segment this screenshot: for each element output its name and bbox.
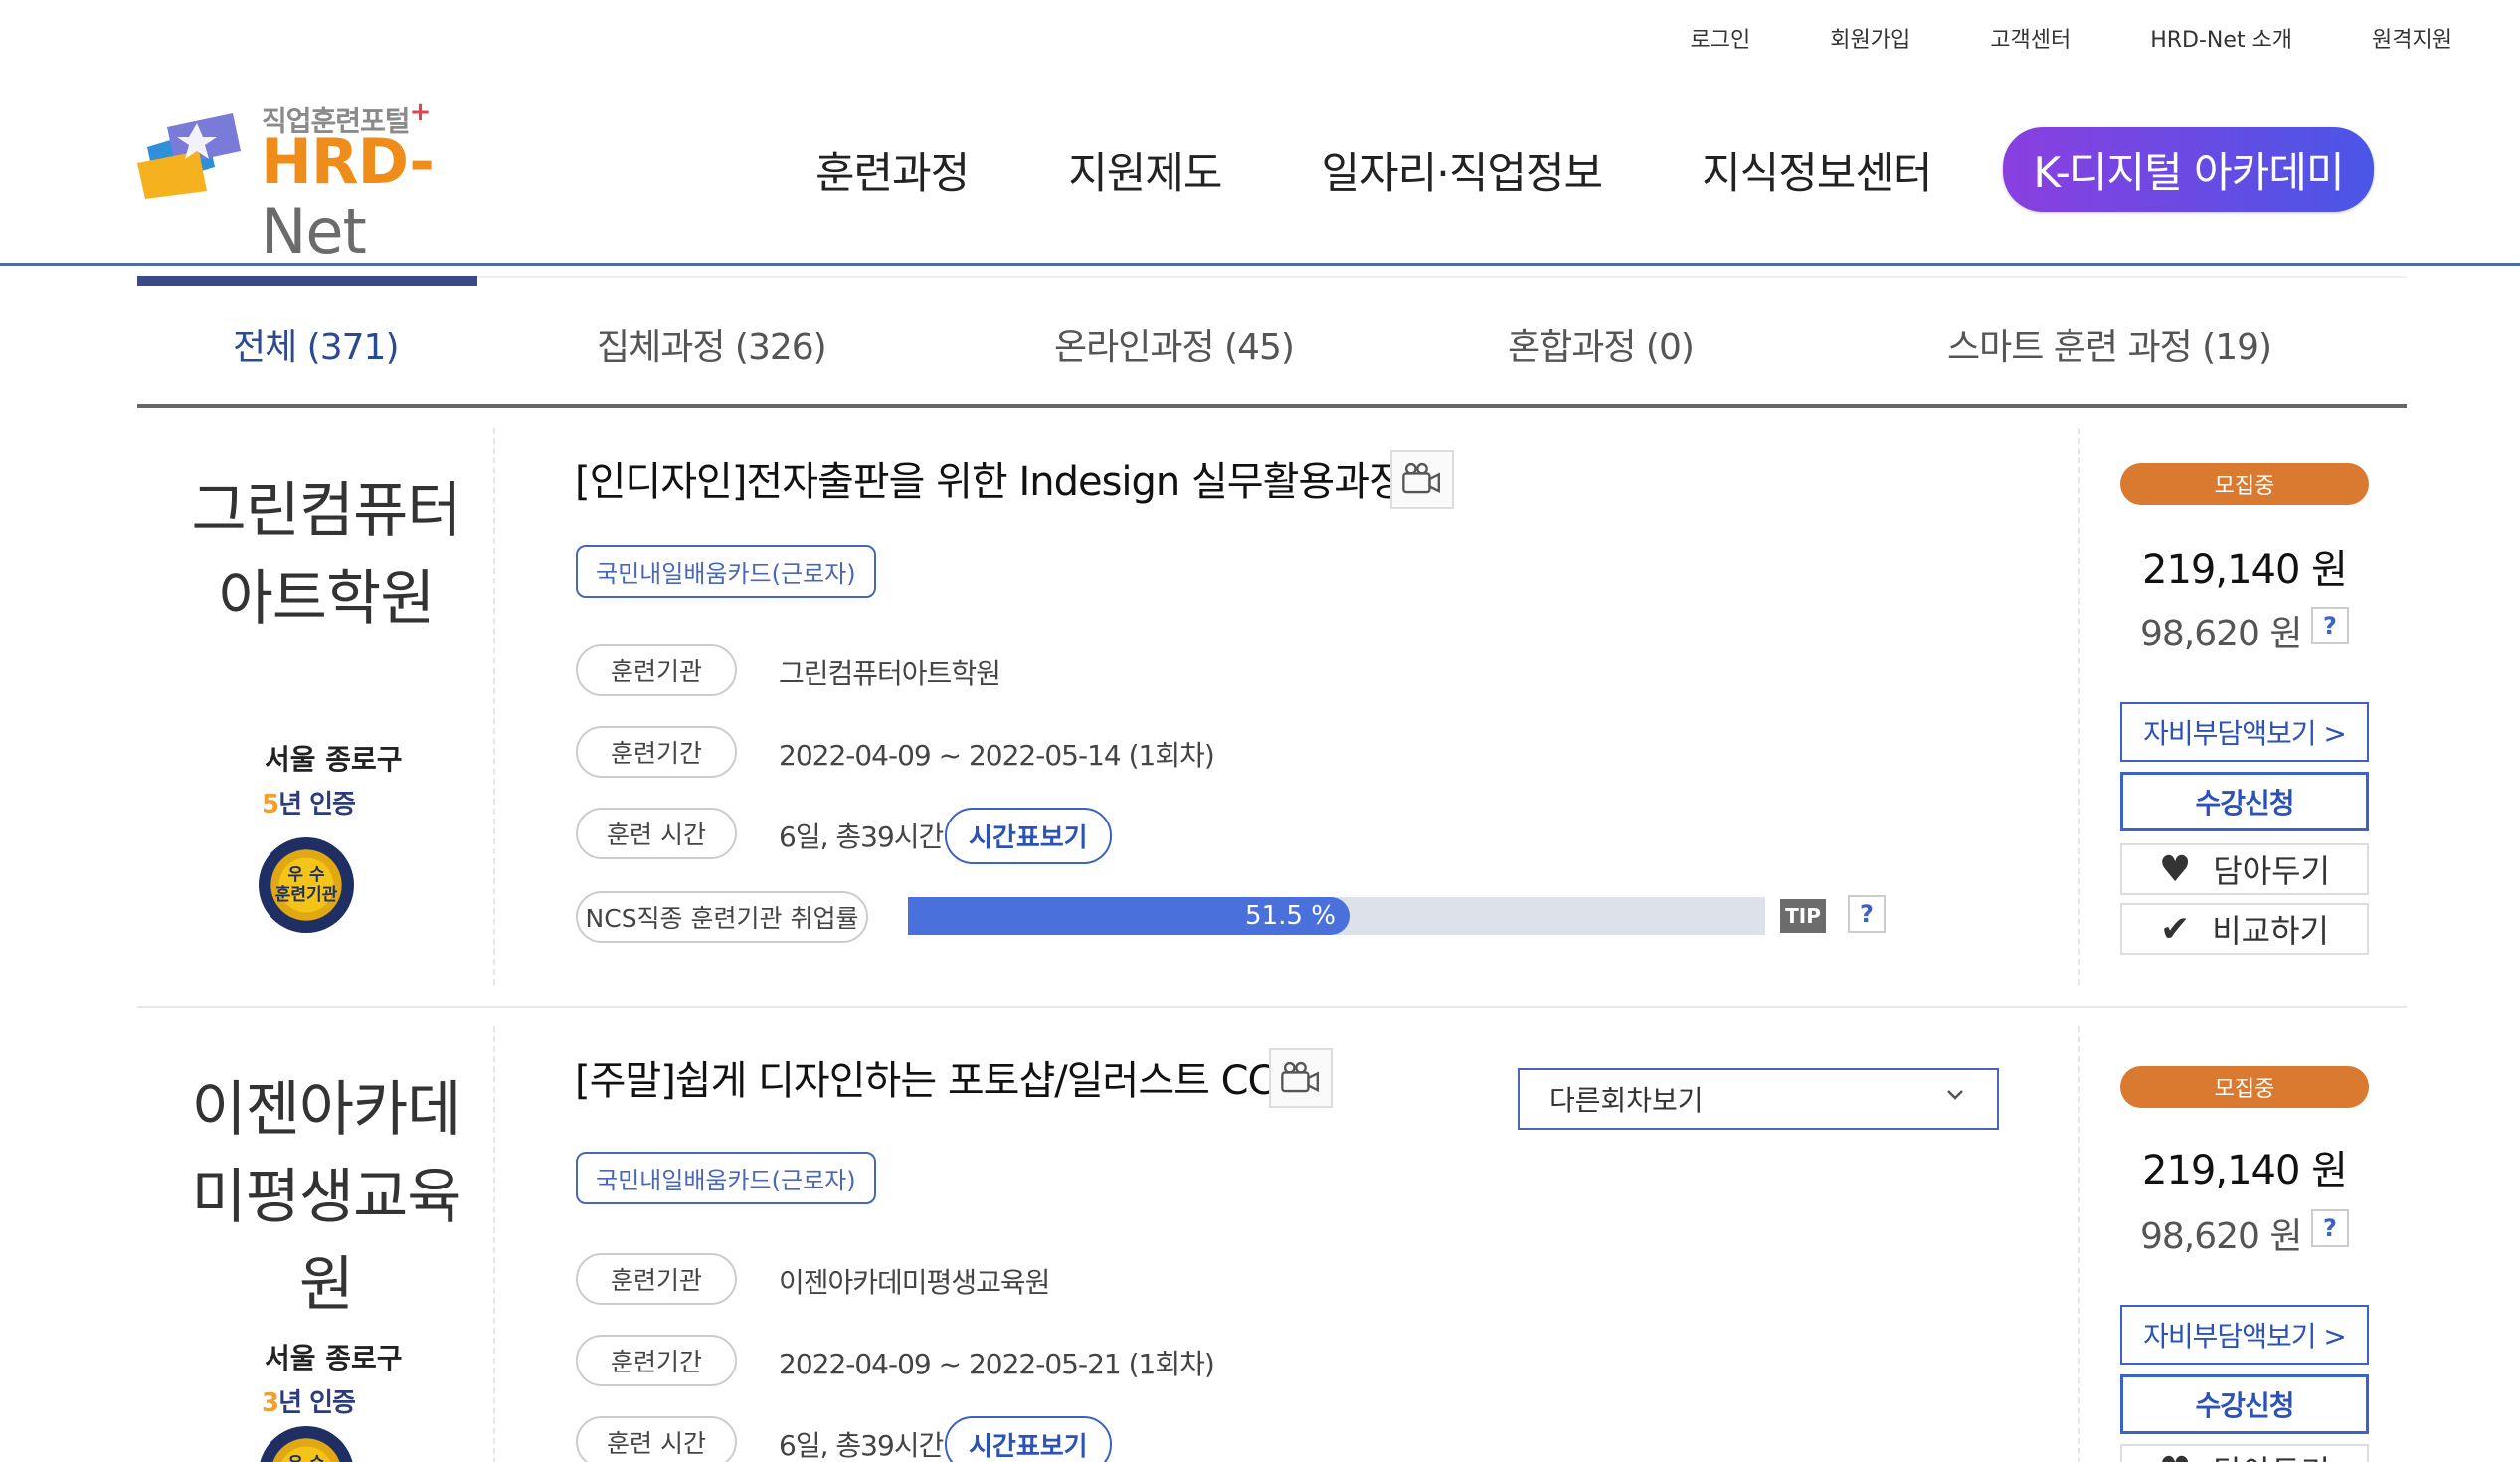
course-title[interactable]: [인디자인]전자출판을 위한 Indesign 실무활용과정 <box>575 450 1406 507</box>
institution-value: 그린컴퓨터아트학원 <box>779 657 1001 690</box>
institution-value: 이젠아카데미평생교육원 <box>779 1266 1050 1299</box>
excellent-institution-medal-icon: 우 수 훈련기관 <box>259 837 354 933</box>
certification-years: 3년 인증 <box>262 1388 356 1418</box>
signup-link[interactable]: 회원가입 <box>1830 22 1910 54</box>
institution-region: 서울 종로구 <box>265 743 403 776</box>
course-card: 그린컴퓨터 아트학원 서울 종로구 5년 인증 우 수 훈련기관 [인디자인]전… <box>137 428 2407 1005</box>
customer-center-link[interactable]: 고객센터 <box>1990 22 2070 54</box>
self-pay-button[interactable]: 자비부담액보기 > <box>2120 1305 2369 1365</box>
institution-name[interactable]: 이젠아카데 미평생교육 원 <box>137 1066 515 1329</box>
self-pay-price: 98,620 원 <box>2140 614 2303 654</box>
status-badge: 모집중 <box>2120 463 2369 505</box>
time-label: 훈련 시간 <box>576 1416 737 1462</box>
apply-button[interactable]: 수강신청 <box>2120 1374 2369 1434</box>
logo-mark-icon <box>137 113 241 199</box>
apply-button[interactable]: 수강신청 <box>2120 772 2369 831</box>
period-value: 2022-04-09 ~ 2022-05-14 (1회차) <box>779 739 1215 772</box>
self-pay-price: 98,620 원 <box>2140 1216 2303 1257</box>
tab-all[interactable]: 전체 (371) <box>233 318 399 370</box>
tab-online[interactable]: 온라인과정 (45) <box>1054 318 1295 370</box>
time-value: 6일, 총39시간 <box>779 821 944 853</box>
nav-jobs-info[interactable]: 일자리·직업정보 <box>1322 139 1604 201</box>
column-divider <box>2078 428 2082 985</box>
tabs-top-line <box>137 276 2407 278</box>
wishlist-button[interactable]: ♥담아두기 <box>2120 843 2369 895</box>
timetable-button[interactable]: 시간표보기 <box>945 1416 1112 1462</box>
status-badge: 모집중 <box>2120 1066 2369 1108</box>
institution-label: 훈련기관 <box>576 644 737 696</box>
wishlist-button[interactable]: ♥담아두기 <box>2120 1444 2369 1462</box>
price-help-button[interactable]: ? <box>2311 607 2349 644</box>
main-nav: 훈련과정 지원제도 일자리·직업정보 지식정보센터 K-디지털 아카데미 <box>815 127 2374 212</box>
employment-rate-fill: 51.5 % <box>908 897 1350 935</box>
other-rounds-select[interactable]: 다른회차보기 <box>1518 1068 1999 1130</box>
utility-nav: 로그인 회원가입 고객센터 HRD-Net 소개 원격지원 <box>1691 22 2452 54</box>
employment-rate-text: 51.5 % <box>1245 901 1336 931</box>
period-value: 2022-04-09 ~ 2022-05-21 (1회차) <box>779 1348 1215 1380</box>
video-camera-icon[interactable] <box>1390 450 1454 509</box>
tab-offline[interactable]: 집체과정 (326) <box>597 318 827 370</box>
institution-name[interactable]: 그린컴퓨터 아트학원 <box>137 467 515 642</box>
tip-badge[interactable]: TIP <box>1780 899 1826 933</box>
ncs-employment-label: NCS직종 훈련기관 취업률 <box>576 891 868 943</box>
self-pay-button[interactable]: 자비부담액보기 > <box>2120 702 2369 762</box>
chevron-down-icon <box>1947 1090 1963 1100</box>
certification-years: 5년 인증 <box>262 790 356 820</box>
period-label: 훈련기간 <box>576 726 737 778</box>
tabs-bottom-line <box>137 404 2407 408</box>
tab-smart[interactable]: 스마트 훈련 과정 (19) <box>1947 318 2272 370</box>
video-camera-icon[interactable] <box>1269 1048 1333 1108</box>
institution-label: 훈련기관 <box>576 1253 737 1305</box>
excellent-institution-medal-icon: 우 수 훈련기관 <box>259 1426 354 1462</box>
site-logo[interactable]: 직업훈련포털+ HRD-Net <box>137 97 535 267</box>
timetable-button[interactable]: 시간표보기 <box>945 808 1112 864</box>
nav-knowledge-center[interactable]: 지식정보센터 <box>1702 139 1932 201</box>
compare-button[interactable]: ✔ 비교하기 <box>2120 903 2369 955</box>
about-link[interactable]: HRD-Net 소개 <box>2150 22 2292 54</box>
naeil-card-badge: 국민내일배움카드(근로자) <box>576 545 876 598</box>
tab-blended[interactable]: 혼합과정 (0) <box>1508 318 1695 370</box>
check-icon: ✔ <box>2160 908 2191 950</box>
tab-active-indicator <box>137 276 477 286</box>
period-label: 훈련기간 <box>576 1335 737 1386</box>
nav-support-system[interactable]: 지원제도 <box>1068 139 1222 201</box>
header-divider <box>0 263 2520 266</box>
time-value: 6일, 총39시간 <box>779 1429 944 1462</box>
heart-icon: ♥ <box>2159 1450 2191 1462</box>
remote-support-link[interactable]: 원격지원 <box>2372 22 2452 54</box>
logo-wordmark: HRD-Net <box>261 125 435 268</box>
course-price: 219,140 원 <box>2142 1148 2348 1193</box>
course-price: 219,140 원 <box>2142 547 2348 593</box>
time-label: 훈련 시간 <box>576 808 737 859</box>
heart-icon: ♥ <box>2158 848 2192 890</box>
naeil-card-badge: 국민내일배움카드(근로자) <box>576 1152 876 1204</box>
employment-help-button[interactable]: ? <box>1848 895 1886 933</box>
nav-k-digital-academy-button[interactable]: K-디지털 아카데미 <box>2003 127 2374 212</box>
course-title[interactable]: [주말]쉽게 디자인하는 포토샵/일러스트 CC <box>575 1048 1275 1106</box>
employment-rate-bar: 51.5 % <box>908 897 1765 935</box>
course-card: 이젠아카데 미평생교육 원 서울 종로구 3년 인증 우 수 훈련기관 [주말]… <box>137 1026 2407 1462</box>
price-help-button[interactable]: ? <box>2311 1209 2349 1247</box>
nav-training-courses[interactable]: 훈련과정 <box>815 139 970 201</box>
column-divider <box>2078 1026 2082 1462</box>
institution-region: 서울 종로구 <box>265 1342 403 1374</box>
card-divider <box>137 1006 2407 1008</box>
login-link[interactable]: 로그인 <box>1691 22 1751 54</box>
